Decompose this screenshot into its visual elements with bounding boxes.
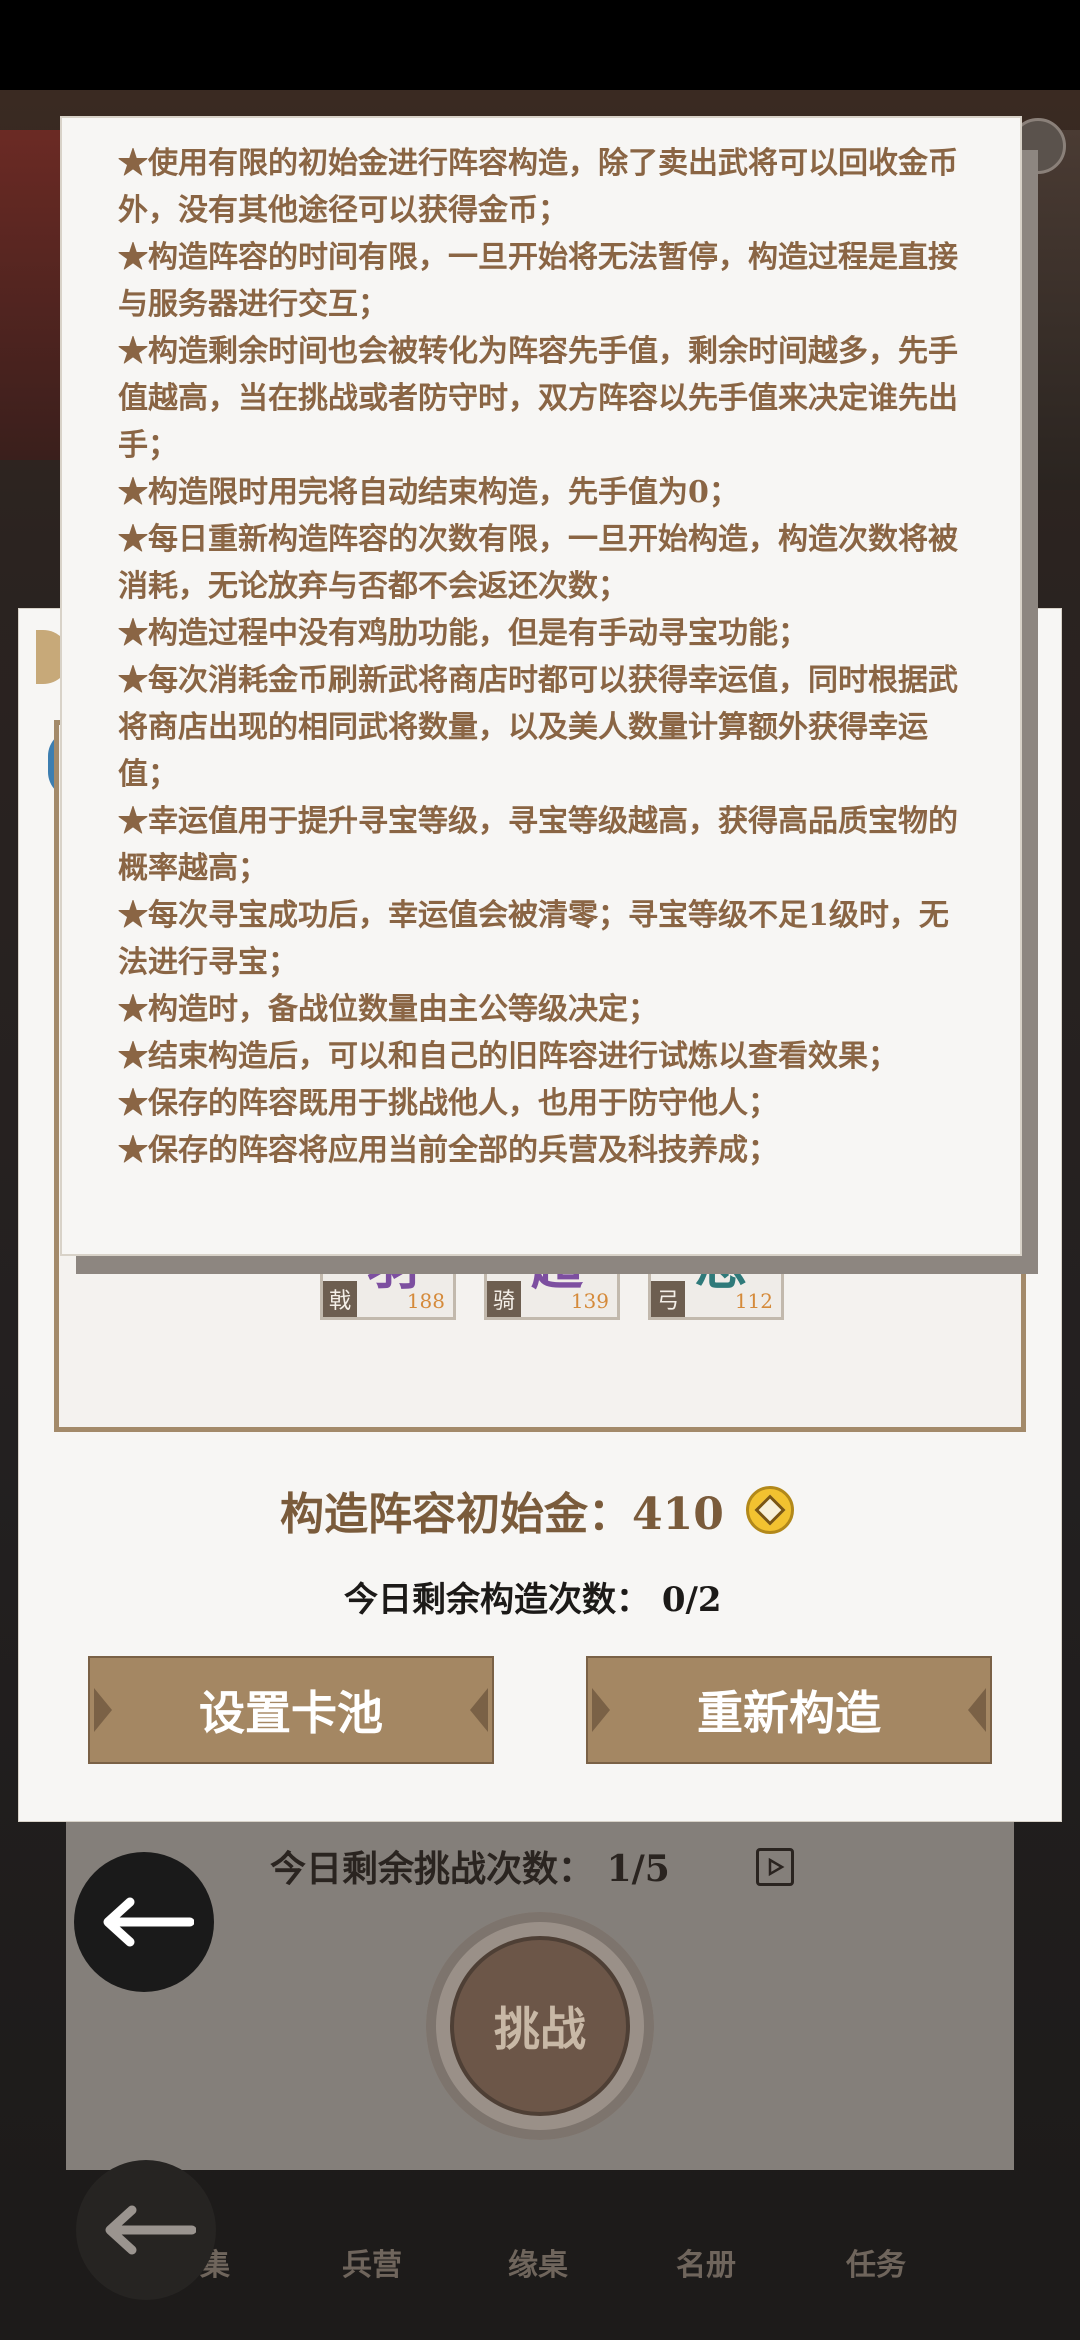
hero-power: 188 [406, 1289, 445, 1313]
rule-item: ★构造剩余时间也会被转化为阵容先手值，剩余时间越多，先手值越高，当在挑战或者防守… [118, 334, 958, 463]
rule-item: ★构造时，备战位数量由主公等级决定； [118, 992, 658, 1027]
rule-item: ★构造过程中没有鸡肋功能，但是有手动寻宝功能； [118, 616, 808, 651]
initial-gold: 构造阵容初始金：410 [280, 1478, 724, 1542]
rule-item: ★幸运值用于提升寻宝等级，寻宝等级越高，获得高品质宝物的概率越高； [118, 804, 958, 886]
rule-item: ★构造阵容的时间有限，一旦开始将无法暂停，构造过程是直接与服务器进行交互； [118, 240, 958, 322]
rule-item: ★保存的阵容既用于挑战他人，也用于防守他人； [118, 1086, 778, 1121]
rule-item: ★每次消耗金币刷新武将商店时都可以获得幸运值，同时根据武将商店出现的相同武将数量… [118, 663, 958, 792]
nav-item-roster[interactable]: 名册 [676, 2240, 736, 2284]
initial-gold-value: 410 [632, 1489, 724, 1540]
rebuild-button[interactable]: 重新构造 [586, 1656, 992, 1764]
coin-icon [746, 1486, 794, 1534]
status-bar-area [0, 0, 1080, 90]
rebuild-label: 重新构造 [697, 1686, 881, 1740]
rule-item: ★构造限时用完将自动结束构造，先手值为0； [118, 475, 739, 510]
rule-item: ★结束构造后，可以和自己的旧阵容进行试炼以查看效果； [118, 1039, 898, 1074]
rule-item: ★每次寻宝成功后，幸运值会被清零；寻宝等级不足1级时，无法进行寻宝； [118, 898, 949, 980]
hero-type-badge: 戟 [323, 1281, 357, 1317]
rules-list: ★使用有限的初始金进行阵容构造，除了卖出武将可以回收金币外，没有其他途径可以获得… [118, 140, 978, 1174]
video-play-icon[interactable] [756, 1848, 794, 1886]
back-button-secondary[interactable] [76, 2160, 216, 2300]
nav-item-tasks[interactable]: 任务 [846, 2240, 906, 2284]
initial-gold-label: 构造阵容初始金： [280, 1489, 632, 1540]
rule-item: ★每日重新构造阵容的次数有限，一旦开始构造，构造次数将被消耗，无论放弃与否都不会… [118, 522, 958, 604]
challenge-button[interactable]: 挑战 [450, 1936, 630, 2116]
nav-item-fate[interactable]: 缘桌 [508, 2240, 568, 2284]
hero-power: 112 [734, 1289, 773, 1313]
build-count-label: 今日剩余构造次数： [344, 1580, 650, 1620]
rule-item: ★保存的阵容将应用当前全部的兵营及科技养成； [118, 1133, 778, 1168]
hero-type-badge: 骑 [487, 1281, 521, 1317]
nav-item-barracks[interactable]: 兵营 [342, 2240, 402, 2284]
challenge-count-value: 1/5 [606, 1848, 670, 1890]
set-card-pool-button[interactable]: 设置卡池 [88, 1656, 494, 1764]
challenge-count: 今日剩余挑战次数： 1/5 [270, 1840, 670, 1892]
back-arrow-icon [105, 2205, 196, 2255]
back-button[interactable] [74, 1852, 214, 1992]
rule-item: ★使用有限的初始金进行阵容构造，除了卖出武将可以回收金币外，没有其他途径可以获得… [118, 146, 958, 228]
challenge-count-label: 今日剩余挑战次数： [270, 1848, 595, 1890]
back-arrow-icon [103, 1897, 194, 1947]
build-count-value: 0/2 [661, 1580, 722, 1620]
build-count: 今日剩余构造次数： 0/2 [344, 1572, 722, 1621]
set-card-pool-label: 设置卡池 [199, 1686, 383, 1740]
hero-type-badge: 弓 [651, 1281, 685, 1317]
hero-power: 139 [570, 1289, 609, 1313]
